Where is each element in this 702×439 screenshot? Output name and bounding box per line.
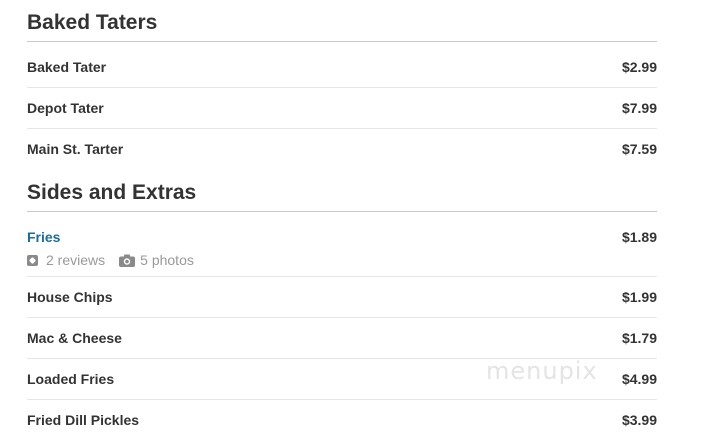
menu-item-name: Baked Tater xyxy=(27,59,107,75)
menu-item-name: Mac & Cheese xyxy=(27,330,122,346)
menu-item-name: Depot Tater xyxy=(27,100,104,116)
item-divider xyxy=(27,87,657,88)
reviews-count: 2 reviews xyxy=(46,252,106,268)
section-divider xyxy=(27,211,657,212)
item-meta: 2 reviews 5 photos xyxy=(27,251,194,269)
menu-item-price: $7.99 xyxy=(621,100,657,116)
item-divider xyxy=(27,128,657,129)
item-divider xyxy=(27,399,657,400)
menu-item-price: $2.99 xyxy=(621,59,657,75)
menu-item-name: Main St. Tarter xyxy=(27,141,124,157)
section-title-baked-taters: Baked Taters xyxy=(27,11,158,34)
review-icon xyxy=(27,254,38,266)
menu-item-name: House Chips xyxy=(27,289,113,305)
item-divider xyxy=(27,317,657,318)
menu-item-price: $1.79 xyxy=(621,330,657,346)
menu-item-price: $7.59 xyxy=(621,141,657,157)
menu-item-price: $4.99 xyxy=(621,371,657,387)
menu-page: Baked Taters Baked Tater $2.99 Depot Tat… xyxy=(0,0,702,439)
menu-item-price: $1.89 xyxy=(621,229,657,245)
photos-link[interactable]: 5 photos xyxy=(119,251,194,269)
menu-item-name: Fried Dill Pickles xyxy=(27,412,140,428)
reviews-link[interactable]: 2 reviews xyxy=(27,251,105,269)
menupix-watermark: menupix xyxy=(486,357,598,385)
menu-item-price: $3.99 xyxy=(621,412,657,428)
photos-count: 5 photos xyxy=(140,252,194,268)
menu-item-name: Loaded Fries xyxy=(27,371,115,387)
section-title-sides-and-extras: Sides and Extras xyxy=(27,181,197,204)
menu-item-price: $1.99 xyxy=(621,289,657,305)
item-divider xyxy=(27,276,657,277)
section-divider xyxy=(27,41,657,42)
menu-item-link-fries[interactable]: Fries xyxy=(27,228,60,246)
camera-icon xyxy=(119,254,136,267)
